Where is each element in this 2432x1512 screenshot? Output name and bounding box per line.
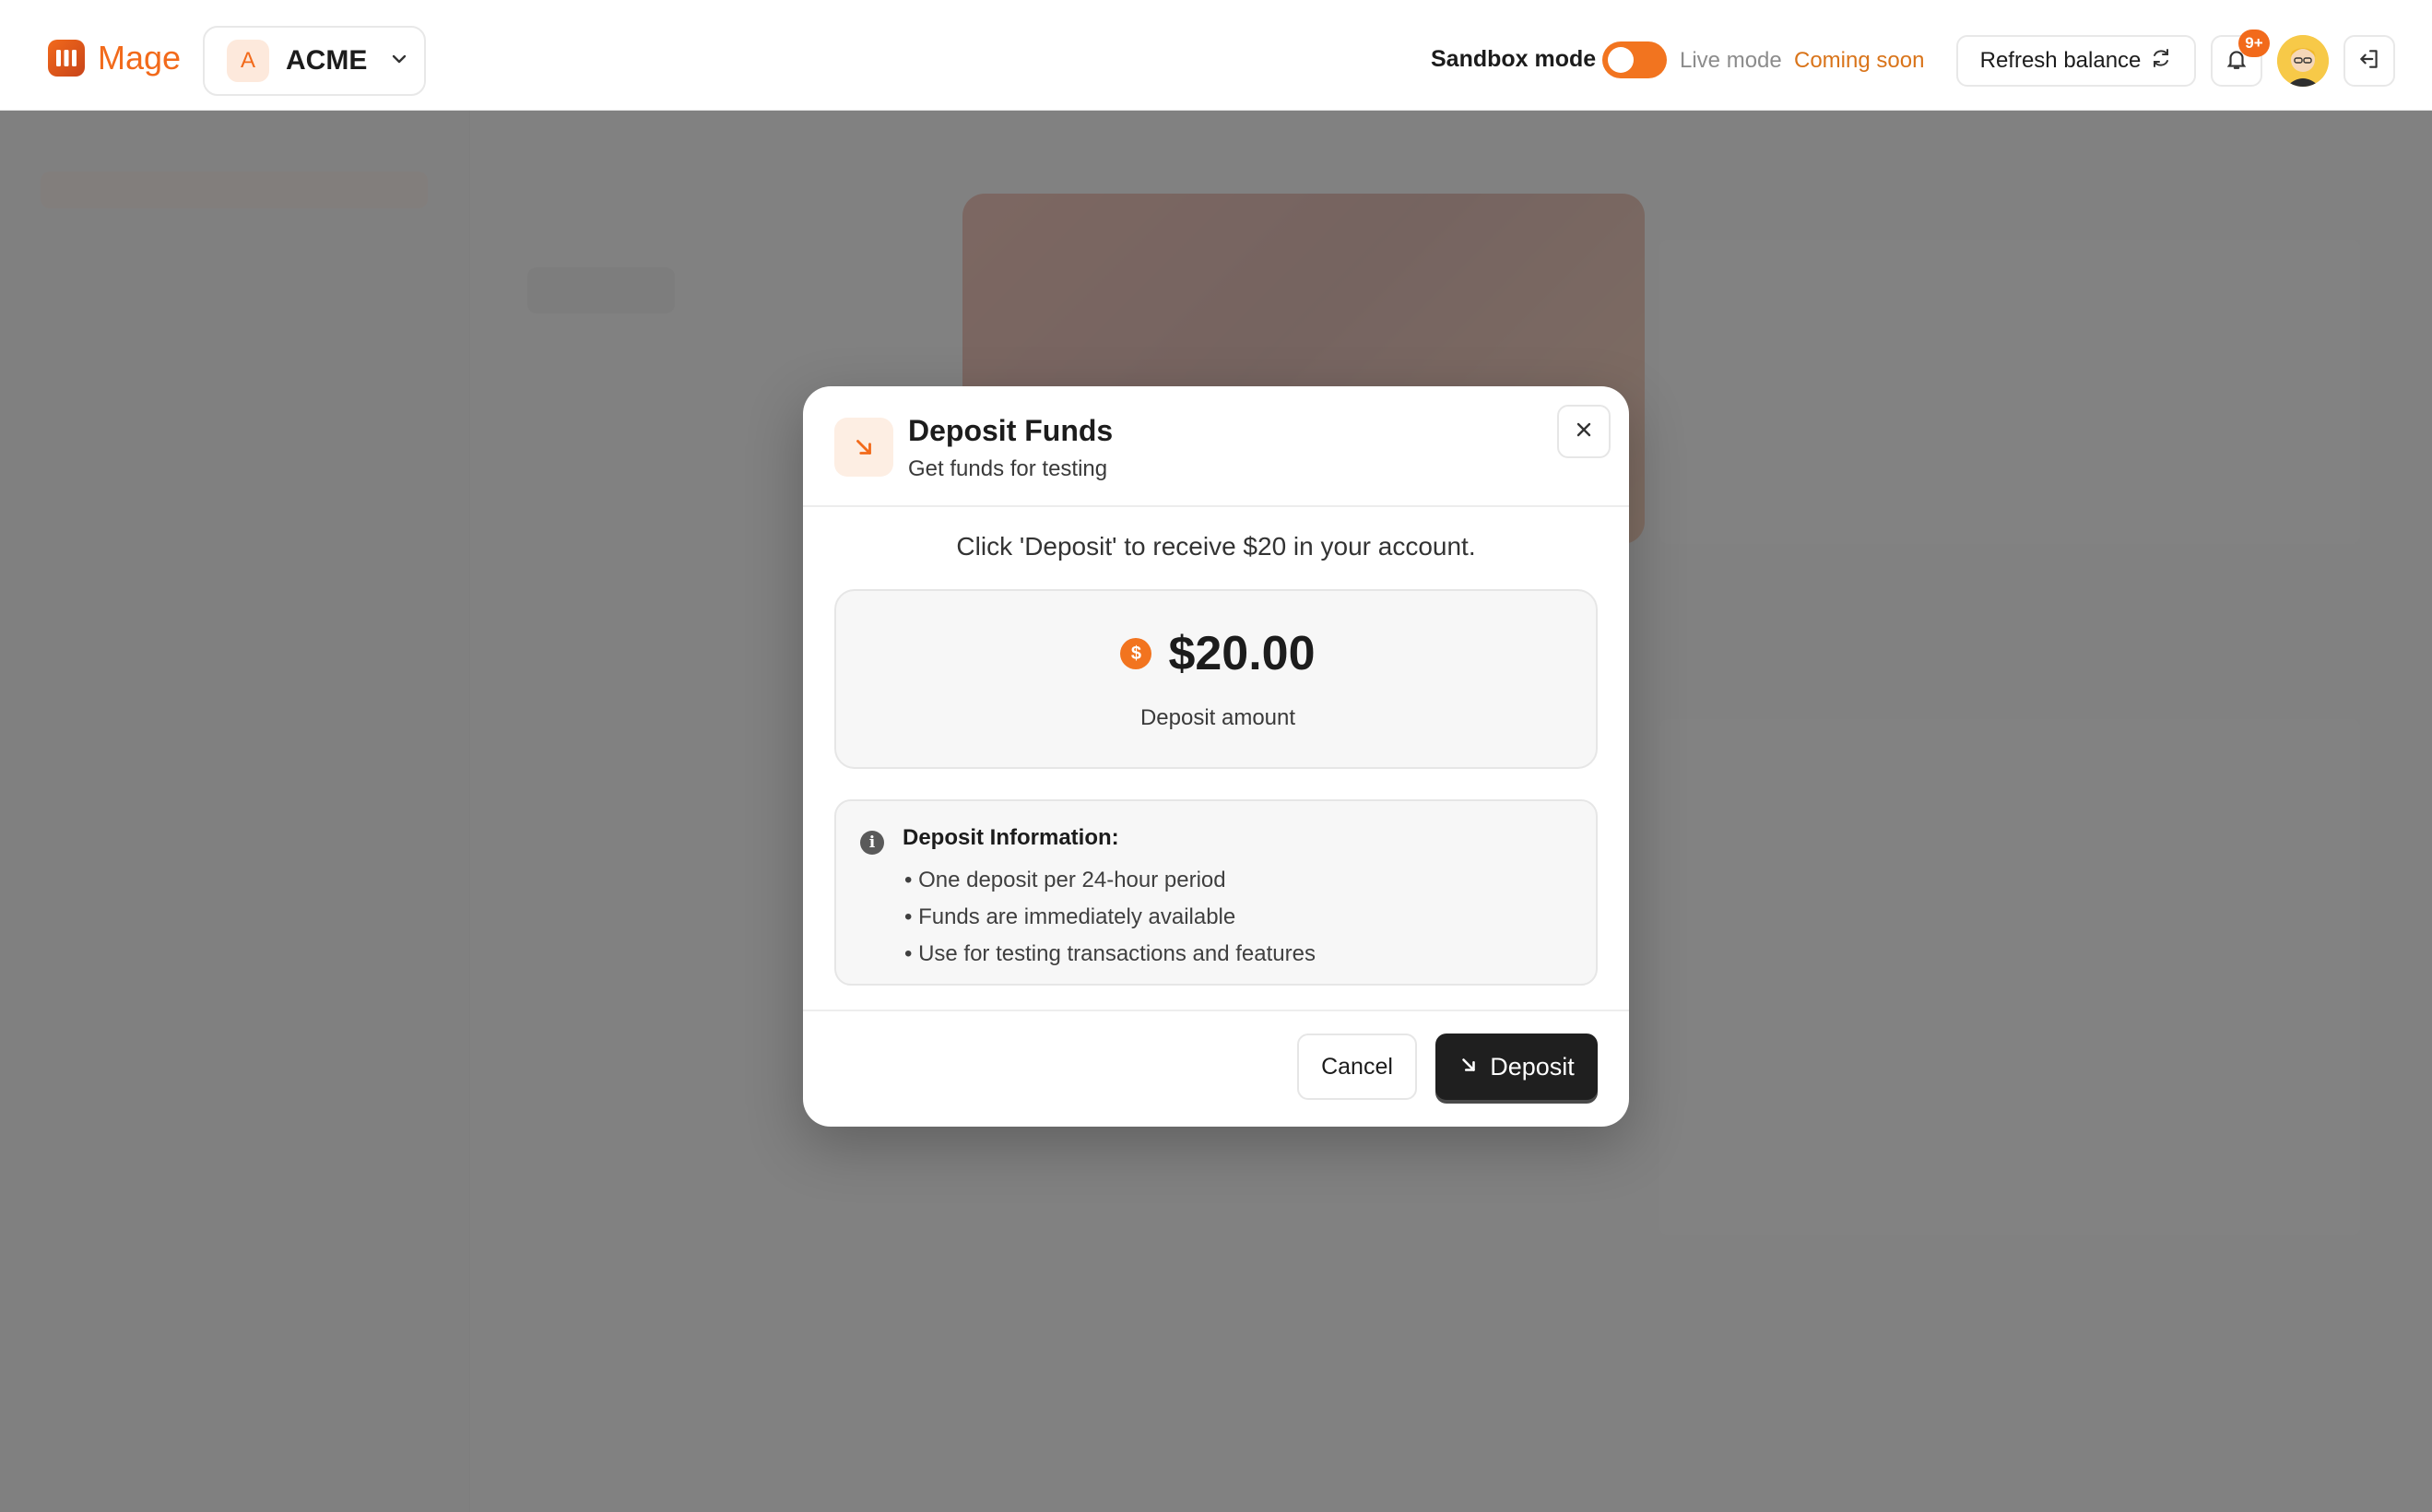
deposit-arrow-icon <box>834 418 893 477</box>
deposit-info-card: i Deposit Information: • One deposit per… <box>834 799 1598 986</box>
dialog-footer: Cancel Deposit <box>803 1010 1629 1127</box>
dialog-subtitle: Get funds for testing <box>908 456 1108 481</box>
notification-badge: 9+ <box>2238 30 2270 57</box>
list-item: • One deposit per 24-hour period <box>904 868 1226 892</box>
close-icon <box>1574 419 1594 444</box>
list-item: • Use for testing transactions and featu… <box>904 941 1316 966</box>
cancel-button[interactable]: Cancel <box>1297 1034 1417 1100</box>
org-avatar: A <box>227 40 269 82</box>
refresh-balance-label: Refresh balance <box>1979 48 2142 73</box>
list-item: • Funds are immediately available <box>904 904 1236 929</box>
deposit-button-label: Deposit <box>1490 1052 1575 1081</box>
deposit-funds-dialog: Deposit Funds Get funds for testing Clic… <box>803 386 1629 1127</box>
coming-soon-label: Coming soon <box>1794 48 1925 73</box>
deposit-amount-card: $ $20.00 Deposit amount <box>834 589 1598 769</box>
chevron-down-icon <box>389 49 409 74</box>
dialog-header: Deposit Funds Get funds for testing <box>803 386 1629 507</box>
mage-logo-icon <box>48 40 85 77</box>
org-switcher[interactable]: A ACME <box>203 26 426 96</box>
info-icon: i <box>860 831 884 855</box>
sandbox-mode-label: Sandbox mode <box>1431 46 1597 72</box>
dollar-coin-icon: $ <box>1120 638 1152 669</box>
app-logo[interactable]: Mage <box>48 39 181 77</box>
deposit-info-list: • One deposit per 24-hour period • Funds… <box>904 862 1316 973</box>
dialog-title: Deposit Funds <box>908 414 1114 447</box>
refresh-balance-button[interactable]: Refresh balance <box>1956 35 2196 87</box>
refresh-icon <box>2150 47 2172 76</box>
amount-row: $ $20.00 <box>836 626 1600 681</box>
top-header: Mage A ACME Sandbox mode Live mode Comin… <box>0 0 2432 111</box>
live-mode-label: Live mode <box>1680 48 1782 73</box>
app-name: Mage <box>98 39 182 77</box>
deposit-button[interactable]: Deposit <box>1435 1034 1598 1100</box>
logout-button[interactable] <box>2343 35 2395 87</box>
toggle-knob <box>1608 47 1634 73</box>
deposit-amount-label: Deposit amount <box>1139 705 1296 730</box>
deposit-arrow-icon <box>1458 1053 1479 1081</box>
deposit-instruction: Click 'Deposit' to receive $20 in your a… <box>956 532 1476 561</box>
org-name: ACME <box>286 45 368 76</box>
deposit-amount-value: $20.00 <box>1168 627 1316 680</box>
logout-icon <box>2357 47 2381 76</box>
deposit-info-title: Deposit Information: <box>903 825 1119 850</box>
sandbox-mode-toggle[interactable] <box>1602 41 1667 78</box>
user-avatar[interactable] <box>2277 35 2329 87</box>
close-button[interactable] <box>1557 405 1611 458</box>
